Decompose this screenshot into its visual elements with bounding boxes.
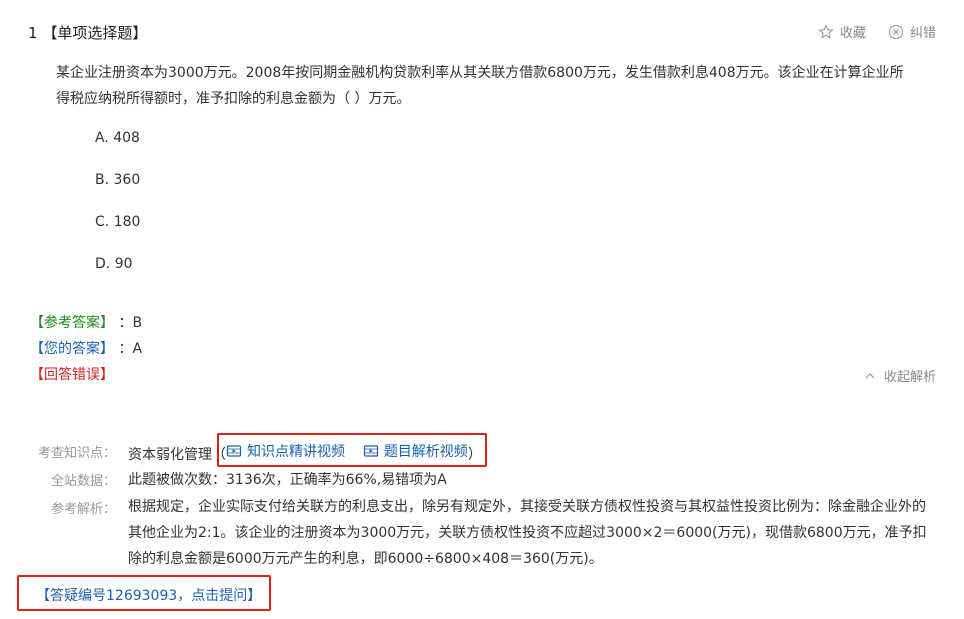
collapse-analysis-label: 收起解析	[883, 370, 936, 385]
question-header: 1 【单项选择题】	[28, 22, 147, 43]
answer-result: 【回答错误】	[30, 367, 114, 383]
your-answer-label: 【您的答案】	[30, 341, 114, 357]
option-text: 90	[114, 256, 133, 272]
question-stem: 某企业注册资本为3000万元。2008年按同期金融机构贷款利率从其关联方借款68…	[56, 65, 904, 107]
option-d[interactable]: D. 90	[95, 256, 133, 272]
option-c[interactable]: C. 180	[95, 214, 140, 230]
favorite-label: 收藏	[839, 26, 866, 41]
report-error-label: 纠错	[909, 26, 936, 41]
your-answer-value: ：A	[118, 341, 143, 357]
report-error-button[interactable]: 纠错	[888, 22, 936, 41]
explanation-label: 参考解析：	[50, 502, 116, 517]
chevron-up-icon	[865, 372, 875, 378]
reference-answer-label: 【参考答案】	[30, 315, 114, 331]
option-a[interactable]: A. 408	[95, 130, 140, 146]
option-text: 408	[113, 130, 140, 146]
site-stats-label: 全站数据：	[50, 474, 116, 489]
collapse-analysis-button[interactable]: 收起解析	[864, 366, 936, 385]
close-circle-icon	[888, 24, 904, 39]
option-letter: D.	[95, 256, 111, 272]
question-actions: 收藏 纠错	[818, 22, 936, 41]
option-letter: C.	[95, 214, 110, 230]
question-type: 【单项选择题】	[42, 24, 148, 42]
star-icon	[818, 23, 834, 39]
reference-answer: 【参考答案】 ：B	[30, 312, 142, 332]
option-text: 180	[113, 214, 141, 230]
knowledge-point-label: 考查知识点：	[37, 446, 116, 461]
option-letter: A.	[95, 130, 109, 146]
video-links-highlight	[217, 433, 487, 467]
option-text: 360	[113, 172, 141, 188]
favorite-button[interactable]: 收藏	[818, 22, 866, 41]
site-stats-value: 此题被做次数：3136次，正确率为66%,易错项为A	[128, 472, 447, 488]
question-number: 1	[28, 24, 38, 42]
option-letter: B.	[95, 172, 110, 188]
ask-question-highlight	[17, 575, 271, 611]
option-b[interactable]: B. 360	[95, 172, 140, 188]
explanation-text: 根据规定，企业实际支付给关联方的利息支出，除另有规定外，其接受关联方债权性投资与…	[128, 499, 927, 567]
reference-answer-value: ：B	[118, 315, 143, 331]
your-answer: 【您的答案】 ：A	[30, 338, 142, 358]
knowledge-point-value: 资本弱化管理	[128, 447, 212, 463]
